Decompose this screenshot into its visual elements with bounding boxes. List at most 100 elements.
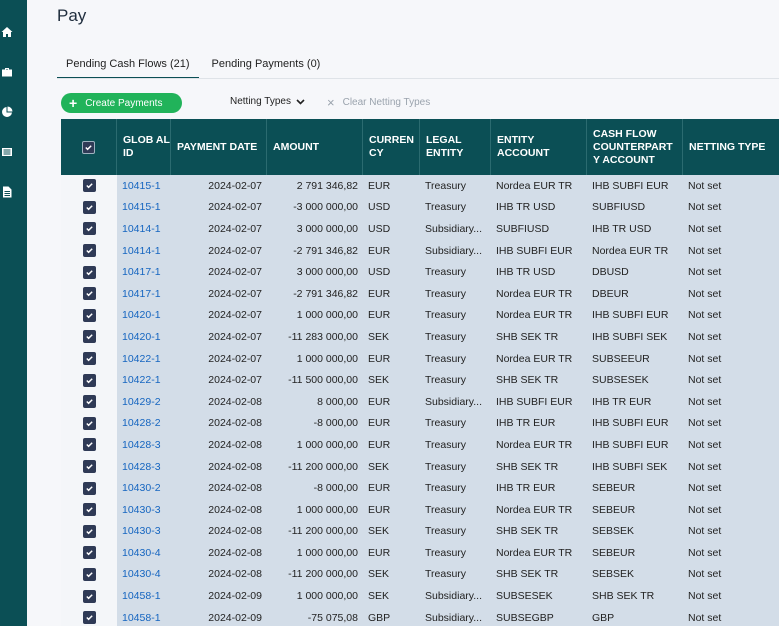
legal-entity-cell: Subsidiary...	[425, 611, 482, 624]
row-checkbox[interactable]	[82, 524, 96, 538]
table-row[interactable]: 10430-4 2024-02-08 1 000 000,00 EUR Treasury…	[61, 542, 779, 564]
global-id-link[interactable]: 10415-1	[117, 175, 171, 197]
table-row[interactable]: 10417-1 2024-02-07 -2 791 346,82 EUR Treasur…	[61, 282, 779, 305]
table-row[interactable]: 10422-1 2024-02-07 -11 500 000,00 SEK Treasu…	[61, 369, 779, 391]
entity-account-cell: SHB SEK TR	[496, 568, 559, 581]
table-row[interactable]: 10417-1 2024-02-07 3 000 000,00 USD Treasury…	[61, 261, 779, 283]
global-id-link[interactable]: 10428-2	[117, 413, 171, 435]
home-icon[interactable]	[0, 23, 27, 41]
global-id-link[interactable]: 10414-1	[117, 240, 171, 262]
table-row[interactable]: 10429-2 2024-02-08 8 000,00 EUR Subsidiary..…	[61, 390, 779, 413]
netting-type-cell: Not set	[688, 482, 722, 495]
header-amount[interactable]: AMOUNT	[267, 119, 363, 175]
table-row[interactable]: 10428-2 2024-02-08 -8 000,00 EUR Treasury IHB…	[61, 412, 779, 435]
header-global-id[interactable]: GLOB AL ID	[117, 119, 171, 175]
row-checkbox[interactable]	[82, 265, 96, 279]
table-row[interactable]: 10458-1 2024-02-09 1 000 000,00 SEK Subsidia…	[61, 585, 779, 607]
counterparty-account-cell: IHB TR EUR	[592, 395, 652, 408]
table-row[interactable]: 10458-1 2024-02-09 -75 075,08 GBP Subsidiary…	[61, 606, 779, 626]
table-row[interactable]: 10422-1 2024-02-07 1 000 000,00 EUR Treasury…	[61, 347, 779, 370]
document-icon[interactable]	[0, 183, 27, 201]
global-id-link[interactable]: 10430-3	[117, 521, 171, 543]
table-row[interactable]: 10428-3 2024-02-08 1 000 000,00 EUR Treasury…	[61, 434, 779, 456]
currency-cell: SEK	[368, 330, 390, 343]
table-row[interactable]: 10430-4 2024-02-08 -11 200 000,00 SEK Treasu…	[61, 563, 779, 586]
global-id-link[interactable]: 10428-3	[117, 456, 171, 478]
row-checkbox[interactable]	[82, 373, 96, 387]
clear-netting-types-button[interactable]: × Clear Netting Types	[327, 96, 430, 109]
table-row[interactable]: 10430-3 2024-02-08 -11 200 000,00 SEK Treasu…	[61, 520, 779, 543]
row-checkbox[interactable]	[82, 567, 96, 581]
header-currency[interactable]: CURREN CY	[363, 119, 420, 175]
global-id-link[interactable]: 10414-1	[117, 218, 171, 240]
row-checkbox[interactable]	[82, 222, 96, 236]
select-all-checkbox[interactable]	[82, 140, 95, 154]
global-id-link[interactable]: 10417-1	[117, 261, 171, 283]
global-id-link[interactable]: 10420-1	[117, 326, 171, 348]
row-checkbox[interactable]	[82, 589, 96, 603]
table-row[interactable]: 10430-2 2024-02-08 -8 000,00 EUR Treasury IHB…	[61, 477, 779, 499]
global-id-link[interactable]: 10430-2	[117, 477, 171, 499]
legal-entity-cell: Treasury	[425, 438, 467, 451]
legal-entity-cell: Treasury	[425, 460, 467, 473]
global-id-link[interactable]: 10458-1	[117, 607, 171, 626]
header-legal-entity[interactable]: LEGAL ENTITY	[420, 119, 491, 175]
row-checkbox[interactable]	[82, 330, 96, 344]
row-checkbox[interactable]	[82, 546, 96, 560]
table-row[interactable]: 10420-1 2024-02-07 1 000 000,00 EUR Treasury…	[61, 304, 779, 327]
global-id-link[interactable]: 10429-2	[117, 391, 171, 413]
amount-cell: 8 000,00	[317, 395, 358, 408]
legal-entity-cell: Treasury	[425, 179, 467, 192]
table-row[interactable]: 10415-1 2024-02-07 -3 000 000,00 USD Treasur…	[61, 196, 779, 219]
netting-type-cell: Not set	[688, 309, 722, 322]
table-row[interactable]: 10420-1 2024-02-07 -11 283 000,00 SEK Treasu…	[61, 326, 779, 348]
table-row[interactable]: 10428-3 2024-02-08 -11 200 000,00 SEK Treasu…	[61, 455, 779, 478]
payment-date-cell: 2024-02-07	[208, 201, 262, 214]
header-entity-account[interactable]: ENTITY ACCOUNT	[491, 119, 587, 175]
row-checkbox[interactable]	[82, 244, 96, 258]
global-id-link[interactable]: 10415-1	[117, 197, 171, 219]
global-id-link[interactable]: 10422-1	[117, 369, 171, 391]
global-id-link[interactable]: 10422-1	[117, 348, 171, 370]
currency-cell: EUR	[368, 482, 391, 495]
amount-cell: -11 200 000,00	[288, 568, 358, 581]
row-checkbox[interactable]	[82, 352, 96, 366]
row-checkbox[interactable]	[82, 179, 96, 193]
table-row[interactable]: 10414-1 2024-02-07 -2 791 346,82 EUR Subsidi…	[61, 239, 779, 262]
tab-pending-payments[interactable]: Pending Payments (0)	[203, 52, 330, 79]
row-checkbox[interactable]	[82, 308, 96, 322]
global-id-link[interactable]: 10428-3	[117, 434, 171, 456]
list-icon[interactable]	[0, 143, 27, 161]
global-id-link[interactable]: 10417-1	[117, 283, 171, 305]
counterparty-account-cell: SUBSEEUR	[592, 352, 650, 365]
table-row[interactable]: 10414-1 2024-02-07 3 000 000,00 USD Subsidia…	[61, 218, 779, 240]
entity-account-cell: SHB SEK TR	[496, 460, 559, 473]
global-id-link[interactable]: 10430-4	[117, 542, 171, 564]
row-select-cell	[61, 434, 117, 456]
global-id-link[interactable]: 10420-1	[117, 305, 171, 327]
header-counterparty-account[interactable]: CASH FLOW COUNTERPART Y ACCOUNT	[587, 119, 683, 175]
global-id-link[interactable]: 10430-3	[117, 499, 171, 521]
tab-pending-cash-flows[interactable]: Pending Cash Flows (21)	[57, 52, 199, 79]
table-row[interactable]: 10415-1 2024-02-07 2 791 346,82 EUR Treasury…	[61, 175, 779, 197]
pie-chart-icon[interactable]	[0, 103, 27, 121]
amount-cell: -11 200 000,00	[288, 460, 358, 473]
row-checkbox[interactable]	[82, 460, 96, 474]
header-netting-type[interactable]: NETTING TYPE	[683, 119, 779, 175]
payment-date-cell: 2024-02-07	[208, 287, 262, 300]
header-payment-date[interactable]: PAYMENT DATE	[171, 119, 267, 175]
global-id-link[interactable]: 10430-4	[117, 564, 171, 586]
row-checkbox[interactable]	[82, 503, 96, 517]
create-payments-button[interactable]: + Create Payments	[61, 93, 182, 113]
briefcase-icon[interactable]	[0, 63, 27, 81]
row-checkbox[interactable]	[82, 438, 96, 452]
row-checkbox[interactable]	[82, 287, 96, 301]
netting-types-dropdown[interactable]: Netting Types	[230, 96, 305, 107]
row-checkbox[interactable]	[82, 416, 96, 430]
row-checkbox[interactable]	[82, 395, 96, 409]
row-checkbox[interactable]	[82, 200, 96, 214]
global-id-link[interactable]: 10458-1	[117, 585, 171, 607]
row-checkbox[interactable]	[82, 481, 96, 495]
table-row[interactable]: 10430-3 2024-02-08 1 000 000,00 EUR Treasury…	[61, 498, 779, 521]
row-checkbox[interactable]	[82, 611, 96, 625]
